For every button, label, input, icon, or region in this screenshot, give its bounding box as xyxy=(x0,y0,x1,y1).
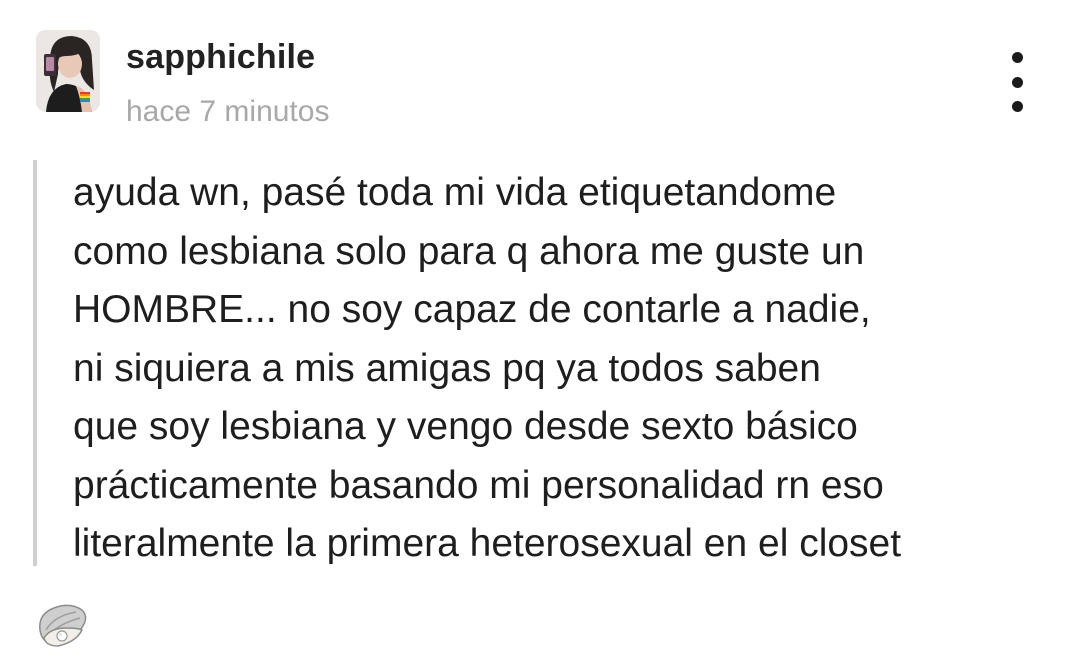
post-body-line: ni siquiera a mis amigas pq ya todos sab… xyxy=(73,346,821,390)
post-body-line: HOMBRE... no soy capaz de contarle a nad… xyxy=(73,288,871,331)
post-body-line: literalmente la primera heterosexual en … xyxy=(73,522,902,565)
more-dot xyxy=(1011,101,1023,112)
post-body-line: ayuda wn, pasé toda mi vida etiquetandom… xyxy=(73,171,837,214)
post-card: sapphichile hace 7 minutos ayuda wn, pas… xyxy=(0,0,1080,664)
avatar[interactable] xyxy=(36,30,100,112)
quote-bar xyxy=(33,160,37,566)
more-dot xyxy=(1011,76,1023,88)
post-body-line: que soy lesbiana y vengo desde sexto bás… xyxy=(73,405,858,448)
post-body-line: como lesbiana solo para q ahora me guste… xyxy=(73,229,865,273)
more-options-icon[interactable] xyxy=(996,52,1038,112)
post-body-line: prácticamente basando mi personalidad rn… xyxy=(73,463,884,507)
timestamp: hace 7 minutos xyxy=(126,95,330,128)
oyster-icon-graphic xyxy=(39,604,87,647)
post-body: ayuda wn, pasé toda mi vida etiquetandom… xyxy=(73,164,1063,574)
username[interactable]: sapphichile xyxy=(126,38,315,77)
avatar-image xyxy=(36,30,100,112)
more-dot xyxy=(1011,52,1023,63)
oyster-icon[interactable] xyxy=(36,600,88,650)
